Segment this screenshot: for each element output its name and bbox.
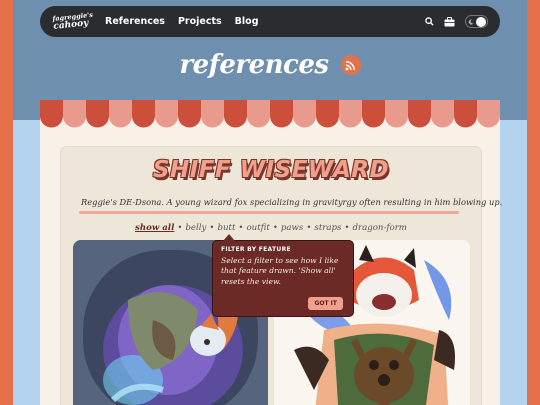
awning-stripe (408, 100, 431, 128)
filter-show-all[interactable]: show all (135, 223, 174, 233)
awning-stripe (362, 100, 385, 128)
awning-stripe (247, 100, 270, 128)
nav-link-references[interactable]: References (105, 16, 165, 27)
search-icon[interactable] (425, 17, 434, 26)
filter-belly[interactable]: belly (185, 223, 206, 233)
character-name: SHIFF WISEWARD (152, 157, 390, 183)
moon-icon (468, 18, 474, 25)
filter-paws[interactable]: paws (281, 223, 303, 233)
awning-stripe (86, 100, 109, 128)
page-title: references (179, 50, 329, 80)
awning-stripe (316, 100, 339, 128)
site-logo[interactable]: fagreggie's cahooy (52, 8, 93, 36)
got-it-button[interactable]: GOT IT (308, 297, 343, 310)
awning-stripe (293, 100, 316, 128)
nav-links: References Projects Blog (105, 16, 259, 27)
page-heading: references (13, 50, 527, 80)
awning-stripe (477, 100, 500, 128)
awning-stripe (339, 100, 362, 128)
awning-stripe (431, 100, 454, 128)
filter-tooltip: FILTER BY FEATURE Select a filter to see… (212, 234, 354, 317)
briefcase-icon[interactable] (444, 16, 455, 27)
filter-outfit[interactable]: outfit (246, 223, 269, 233)
awning-stripe (155, 100, 178, 128)
awning-stripe (63, 100, 86, 128)
nav-actions (425, 15, 488, 28)
awning-decoration (40, 100, 500, 128)
tooltip-title: FILTER BY FEATURE (221, 246, 291, 253)
theme-toggle[interactable] (465, 15, 488, 28)
awning-stripe (132, 100, 155, 128)
filter-bar: show all • belly • butt • outfit • paws • straps • d… (135, 223, 407, 233)
awning-stripe (385, 100, 408, 128)
filter-butt[interactable]: butt (217, 223, 235, 233)
character-description: Reggie's DE-Dsona. A young wizard fox sp… (81, 197, 503, 207)
awning-stripe (178, 100, 201, 128)
divider (79, 211, 459, 214)
page-frame: fagreggie's cahooy References Projects B… (13, 0, 527, 405)
awning-stripe (109, 100, 132, 128)
nav-link-projects[interactable]: Projects (178, 16, 222, 27)
awning-stripe (224, 100, 247, 128)
awning-stripe (454, 100, 477, 128)
tooltip-body: Select a filter to see how I like that f… (221, 256, 339, 286)
awning-stripe (270, 100, 293, 128)
nav-link-blog[interactable]: Blog (235, 16, 259, 27)
awning-stripe (40, 100, 63, 128)
tooltip-arrow (223, 234, 235, 241)
filter-dragon-form[interactable]: dragon-form (353, 223, 407, 233)
awning-stripe (201, 100, 224, 128)
filter-straps[interactable]: straps (314, 223, 341, 233)
rss-icon[interactable] (340, 55, 361, 75)
navbar: fagreggie's cahooy References Projects B… (40, 6, 500, 37)
toggle-knob (476, 17, 486, 27)
